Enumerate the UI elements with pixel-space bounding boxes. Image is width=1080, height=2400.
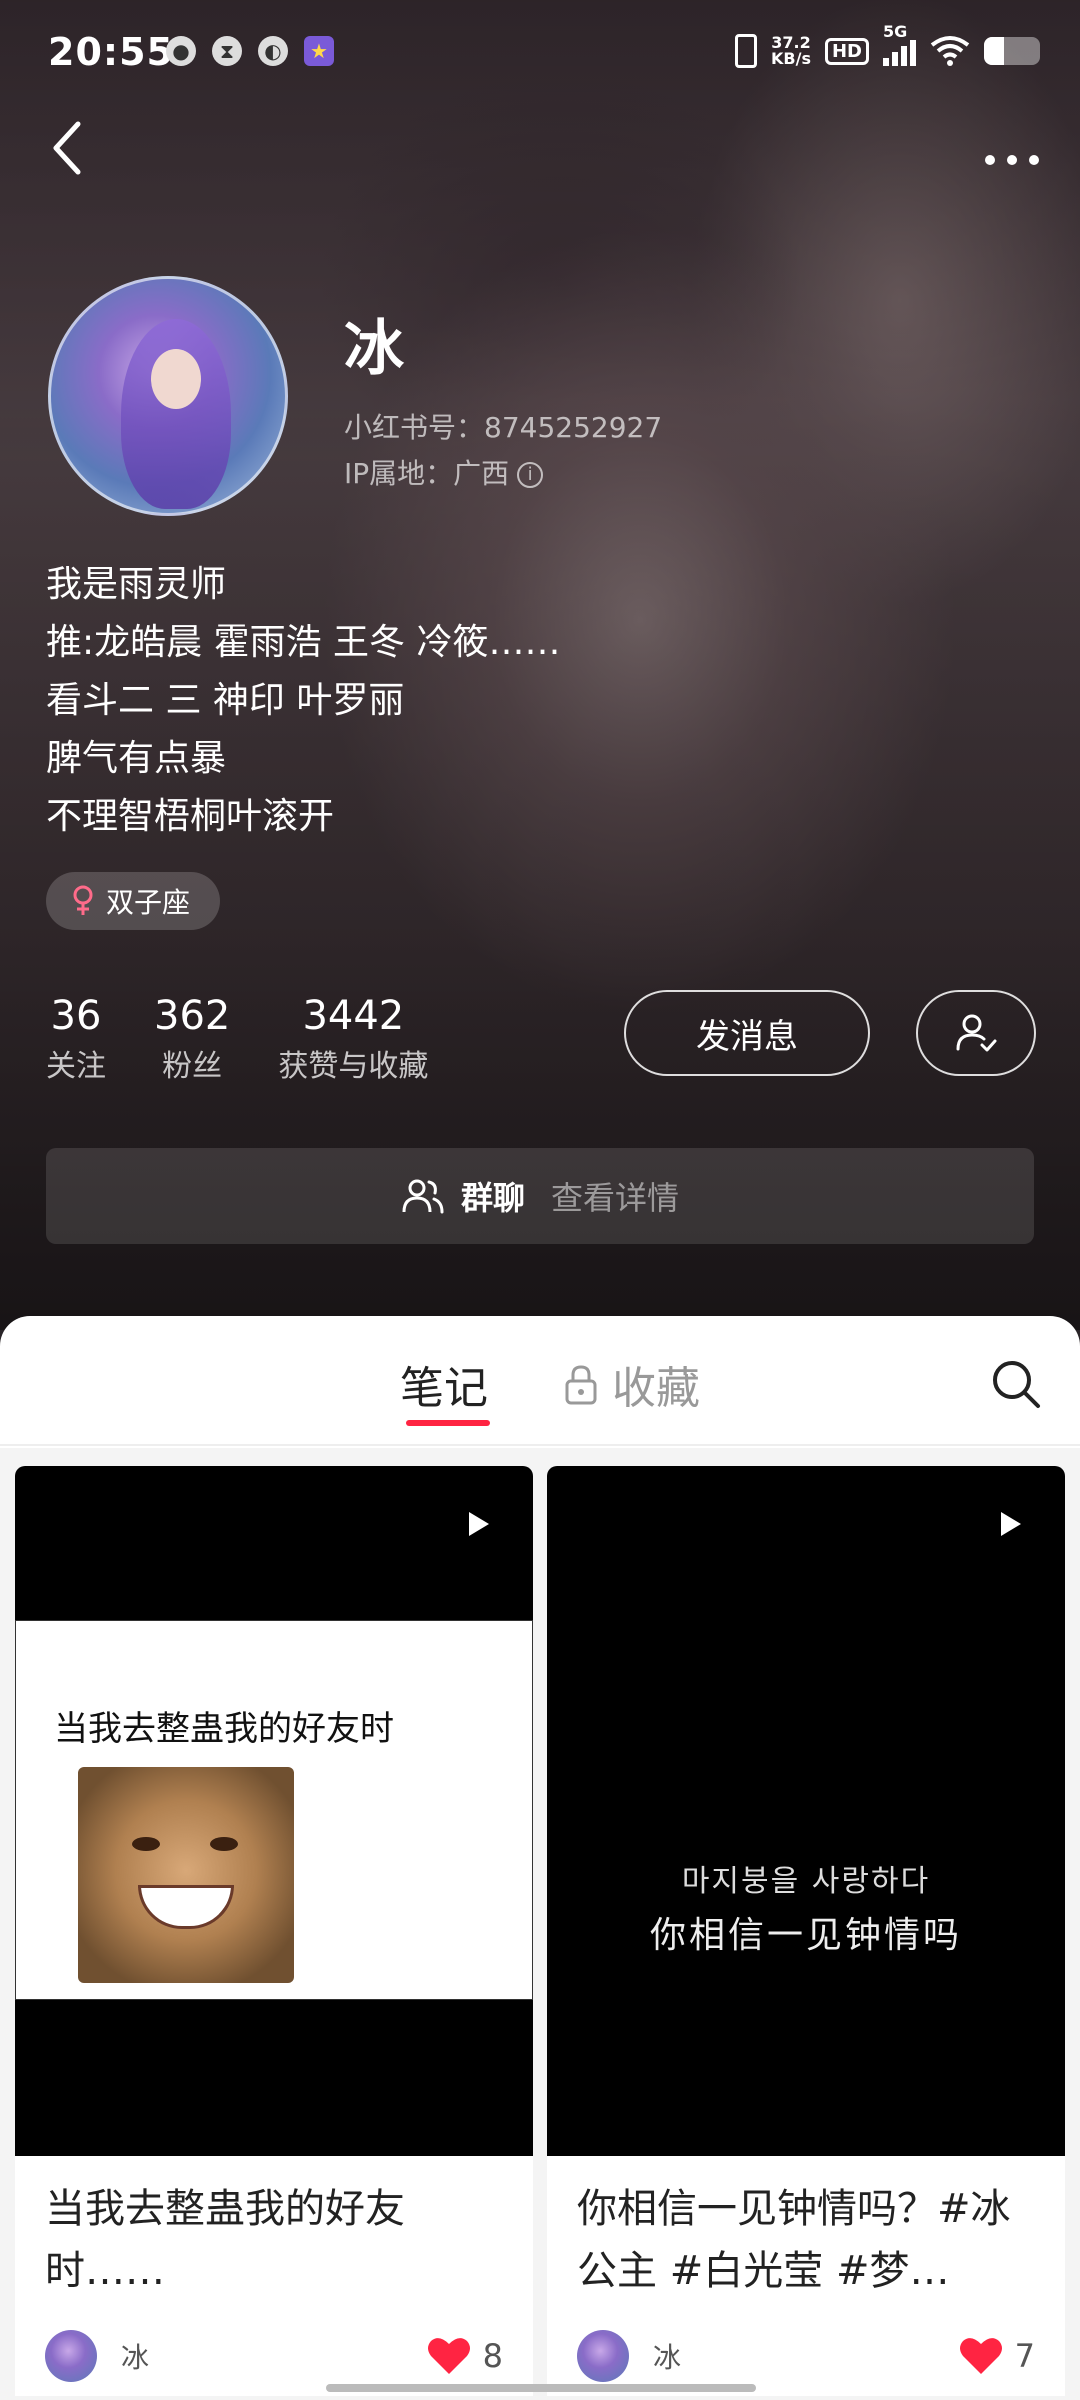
- video-play-icon: [1001, 1512, 1021, 1536]
- female-icon: [73, 885, 93, 915]
- author-avatar[interactable]: [45, 2330, 97, 2382]
- home-indicator[interactable]: [326, 2384, 756, 2392]
- profile-avatar[interactable]: [48, 276, 288, 516]
- zodiac-tag: 双子座: [46, 872, 221, 930]
- group-icon: [402, 1179, 444, 1214]
- more-options-button[interactable]: [984, 130, 1040, 176]
- signal-icon: 5G: [883, 22, 916, 66]
- info-icon: i: [517, 462, 544, 488]
- profile-meta: 小红书号：8745252927 IP属地：广西 i: [344, 405, 662, 497]
- back-button[interactable]: [48, 118, 88, 178]
- author-name[interactable]: 冰: [653, 2336, 681, 2376]
- content-tabs: 笔记 收藏: [0, 1316, 1080, 1446]
- app-notification-icon: ★: [304, 36, 334, 66]
- cover-text-korean: 마지붕을 사랑하다: [681, 1864, 931, 1899]
- notes-grid: 当我去整蛊我的好友时 当我去整蛊我的好友时…… 冰 8 마지붕을 사랑하다 你相…: [0, 1448, 1080, 2400]
- hourglass-icon: ⧗: [212, 36, 242, 66]
- search-icon: [993, 1361, 1040, 1408]
- following-status-button[interactable]: [916, 990, 1036, 1076]
- note-title: 你相信一见钟情吗？#冰公主 #白光莹 #梦…: [577, 2186, 1011, 2294]
- cover-text-chinese: 你相信一见钟情吗: [649, 1915, 962, 1956]
- lock-icon: [565, 1365, 597, 1405]
- user-check-icon: [956, 1014, 997, 1052]
- network-speed: 37.2 KB/s: [771, 33, 811, 68]
- profile-bio: 我是雨灵师 推:龙皓晨 霍雨浩 王冬 冷筱…… 看斗二 三 神印 叶罗丽 脾气有…: [46, 556, 560, 846]
- heart-icon: [427, 2338, 470, 2374]
- note-card[interactable]: 마지붕을 사랑하다 你相信一见钟情吗 你相信一见钟情吗？#冰公主 #白光莹 #梦…: [547, 1466, 1065, 2396]
- more-icon: [985, 155, 1039, 165]
- author-name[interactable]: 冰: [121, 2336, 149, 2376]
- tab-collections[interactable]: 收藏: [564, 1352, 700, 1416]
- stat-followers[interactable]: 362 粉丝: [154, 986, 230, 1088]
- app-notification-icon: ●: [166, 36, 196, 66]
- bio-line: 我是雨灵师: [46, 564, 227, 605]
- active-tab-indicator: [406, 1420, 490, 1426]
- video-play-icon: [469, 1512, 489, 1536]
- stat-following[interactable]: 36 关注: [46, 986, 106, 1088]
- bio-line: 看斗二 三 神印 叶罗丽: [46, 680, 405, 721]
- note-title: 当我去整蛊我的好友时……: [45, 2186, 405, 2294]
- meme-image: 当我去整蛊我的好友时: [15, 1620, 533, 2000]
- bio-line: 推:龙皓晨 霍雨浩 王冬 冷筱……: [46, 622, 561, 663]
- send-message-button[interactable]: 发消息: [624, 990, 870, 1076]
- status-bar: 20:55 ● ⧗ ◐ ★ 37.2 KB/s HD 5G: [0, 0, 1080, 110]
- note-cover[interactable]: 当我去整蛊我的好友时: [15, 1466, 533, 2156]
- status-time: 20:55: [48, 30, 174, 74]
- bio-line: 脾气有点暴: [46, 738, 227, 779]
- notification-icons: ● ⧗ ◐ ★: [166, 36, 334, 66]
- battery-level: [984, 37, 1004, 65]
- like-count: 7: [1014, 2337, 1035, 2375]
- tab-notes[interactable]: 笔记: [400, 1352, 488, 1416]
- author-avatar[interactable]: [577, 2330, 629, 2382]
- stat-likes-collections[interactable]: 3442 获赞与收藏: [278, 986, 428, 1088]
- vibrate-icon: [735, 34, 758, 68]
- profile-name: 冰: [344, 314, 404, 384]
- group-chat-bar[interactable]: 群聊 查看详情: [46, 1148, 1034, 1244]
- note-cover[interactable]: 마지붕을 사랑하다 你相信一见钟情吗: [547, 1466, 1065, 2156]
- wifi-icon: [930, 36, 970, 66]
- group-chat-details: 查看详情: [551, 1179, 680, 1217]
- bio-line: 不理智梧桐叶滚开: [46, 796, 335, 837]
- like-count: 8: [482, 2337, 503, 2375]
- profile-id: 小红书号：8745252927: [344, 411, 663, 444]
- hd-icon: HD: [824, 37, 869, 65]
- battery-icon: [984, 37, 1040, 65]
- profile-stats: 36 关注 362 粉丝 3442 获赞与收藏: [46, 986, 478, 1088]
- meme-caption: 当我去整蛊我的好友时: [54, 1709, 394, 1749]
- cat-image: [78, 1767, 294, 1983]
- like-button[interactable]: 8: [427, 2336, 503, 2376]
- search-button[interactable]: [988, 1356, 1044, 1412]
- content-sheet: 笔记 收藏 当我去整蛊我的好友时 当我去整蛊我的好友时…… 冰 8 마지붕을 사…: [0, 1316, 1080, 2400]
- ip-location[interactable]: IP属地：广西 i: [344, 451, 662, 497]
- chevron-left-icon: [53, 121, 81, 175]
- app-notification-icon: ◐: [258, 36, 288, 66]
- note-card[interactable]: 当我去整蛊我的好友时 当我去整蛊我的好友时…… 冰 8: [15, 1466, 533, 2396]
- group-chat-label: 群聊: [460, 1179, 525, 1217]
- system-icons: 37.2 KB/s HD 5G: [735, 22, 1040, 68]
- like-button[interactable]: 7: [959, 2336, 1035, 2376]
- heart-icon: [959, 2338, 1002, 2374]
